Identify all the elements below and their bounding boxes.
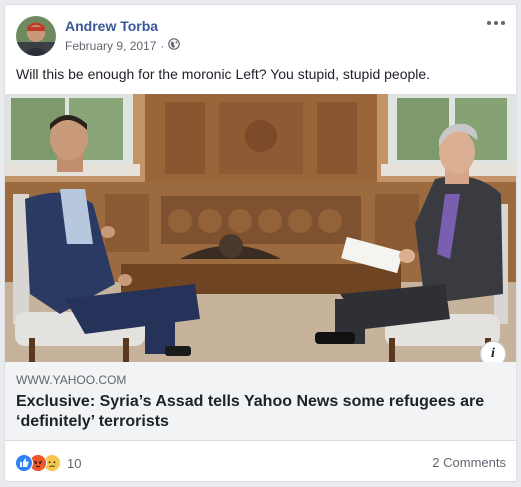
author-avatar[interactable] [16, 16, 56, 56]
link-domain: WWW.YAHOO.COM [16, 373, 127, 387]
comments-link[interactable]: 2 Comments [432, 455, 506, 470]
link-headline[interactable]: Exclusive: Syria’s Assad tells Yahoo New… [16, 392, 506, 432]
post-meta: February 9, 2017 · [65, 38, 181, 53]
post-text: Will this be enough for the moronic Left… [16, 66, 431, 82]
author-name[interactable]: Andrew Torba [65, 18, 158, 34]
post-card: Andrew Torba February 9, 2017 · Will thi… [4, 4, 517, 482]
like-icon [15, 454, 33, 472]
meta-separator: · [160, 38, 165, 53]
reaction-count[interactable]: 10 [67, 456, 81, 471]
reactions-summary[interactable]: 10 [15, 454, 81, 472]
post-footer: 10 2 Comments [5, 441, 516, 481]
globe-icon[interactable] [168, 38, 181, 53]
link-preview-box[interactable]: WWW.YAHOO.COM Exclusive: Syria’s Assad t… [5, 362, 516, 441]
info-icon[interactable]: i [480, 341, 506, 362]
post-date[interactable]: February 9, 2017 [65, 39, 156, 53]
link-preview-image[interactable]: i [5, 94, 516, 362]
more-options-icon[interactable] [484, 13, 508, 33]
